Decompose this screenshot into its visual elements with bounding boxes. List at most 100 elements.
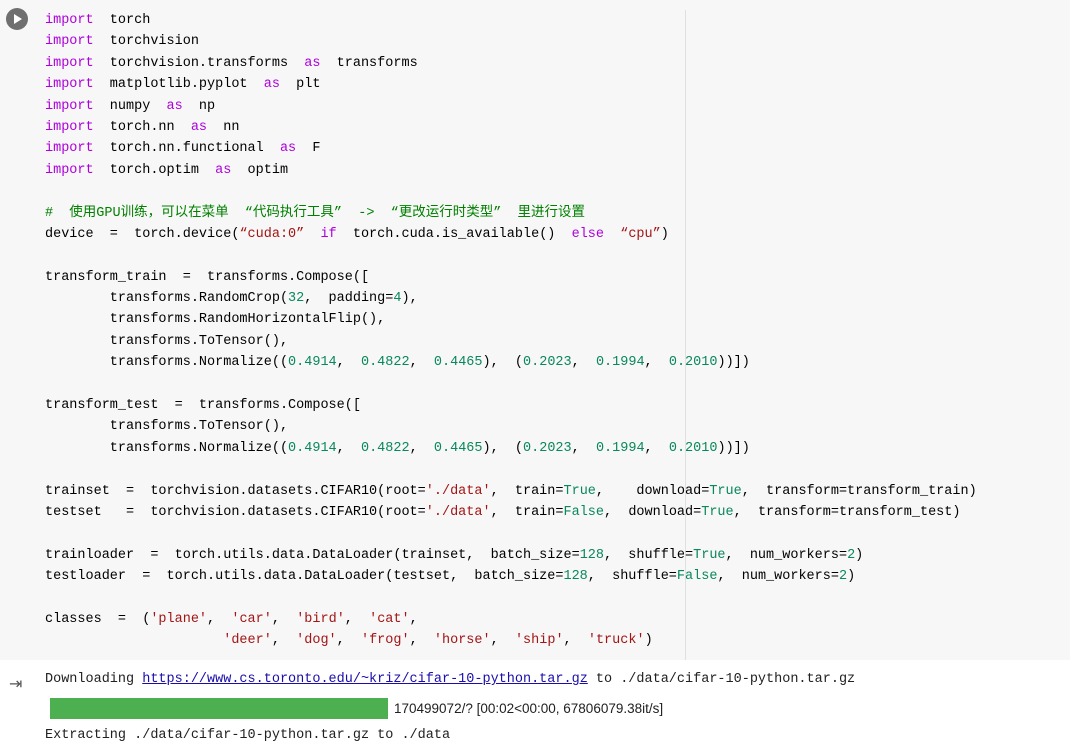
- code-token: transforms.RandomHorizontalFlip(),: [45, 312, 386, 328]
- code-token: 0.2010: [668, 440, 718, 456]
- cell-output: ⇥ Downloading https://www.cs.toronto.edu…: [0, 660, 1070, 749]
- code-line: transforms.ToTensor(),: [45, 416, 1070, 437]
- code-token: ,: [336, 633, 361, 649]
- code-token: 0.4465: [433, 440, 483, 456]
- code-token: './data': [425, 504, 491, 520]
- code-token: , num_workers=: [725, 547, 848, 563]
- code-line: import torch: [45, 10, 1070, 31]
- code-line: transforms.Normalize((0.4914, 0.4822, 0.…: [45, 438, 1070, 459]
- code-token: 2: [838, 569, 848, 585]
- code-line: classes = ('plane', 'car', 'bird', 'cat'…: [45, 609, 1070, 630]
- code-token: 32: [288, 291, 305, 307]
- code-token: 'plane': [150, 611, 208, 627]
- code-line: trainset = torchvision.datasets.CIFAR10(…: [45, 481, 1070, 502]
- code-token: import: [45, 141, 94, 157]
- code-token: ,: [409, 611, 418, 627]
- download-line: Downloading https://www.cs.toronto.edu/~…: [45, 672, 855, 687]
- code-token: ,: [571, 355, 596, 371]
- code-token: , padding=: [304, 291, 394, 307]
- code-token: './data': [425, 483, 491, 499]
- code-token: torch.nn.functional: [93, 141, 280, 157]
- download-progress-bar: [50, 698, 388, 719]
- code-token: True: [701, 504, 734, 520]
- code-token: import: [45, 119, 94, 135]
- code-token: , num_workers=: [717, 569, 839, 585]
- code-token: , download=: [595, 483, 710, 499]
- code-line: transform_test = transforms.Compose([: [45, 395, 1070, 416]
- code-cell[interactable]: import torch import torchvision import tor…: [0, 0, 1070, 660]
- code-token: ,: [271, 611, 297, 627]
- code-token: ,: [271, 633, 297, 649]
- code-token: , shuffle=: [587, 569, 677, 585]
- output-arrow-icon[interactable]: ⇥: [9, 675, 27, 693]
- code-token: as: [263, 77, 280, 93]
- code-token: import: [45, 77, 94, 93]
- code-line: import numpy as np: [45, 96, 1070, 117]
- code-token: 0.4914: [288, 440, 337, 456]
- code-token: import: [45, 55, 94, 71]
- code-token: classes = (: [45, 611, 151, 627]
- code-token: as: [279, 141, 297, 157]
- code-editor[interactable]: import torch import torchvision import tor…: [45, 10, 1070, 652]
- run-cell-button[interactable]: [6, 8, 28, 30]
- code-token: torch.nn: [93, 119, 191, 135]
- code-token: True: [709, 483, 742, 499]
- code-token: else: [571, 226, 605, 242]
- code-token: ): [644, 633, 653, 649]
- code-token: 128: [579, 547, 604, 563]
- code-token: 0.4822: [360, 440, 410, 456]
- code-token: True: [563, 483, 596, 499]
- code-token: 0.4914: [288, 355, 337, 371]
- code-token: ,: [409, 355, 434, 371]
- code-line: import torch.nn.functional as F: [45, 138, 1070, 159]
- code-token: transform_test = transforms.Compose([: [45, 398, 361, 414]
- code-token: 'horse': [433, 633, 491, 649]
- code-line: trainloader = torch.utils.data.DataLoade…: [45, 545, 1070, 566]
- code-token: optim: [231, 162, 289, 178]
- code-token: import: [45, 162, 94, 178]
- code-token: torch: [93, 13, 151, 28]
- code-token: 'deer': [223, 633, 272, 649]
- code-line: # 使用GPU训练，可以在菜单 “代码执行工具” -> “更改运行时类型” 里进…: [45, 203, 1070, 224]
- code-token: 0.1994: [595, 440, 645, 456]
- code-line: import torchvision: [45, 31, 1070, 52]
- code-token: , shuffle=: [604, 547, 694, 563]
- code-token: matplotlib.pyplot: [93, 77, 264, 93]
- code-line: transform_train = transforms.Compose([: [45, 267, 1070, 288]
- code-token: ,: [490, 633, 515, 649]
- code-token: transforms.Normalize((: [45, 355, 289, 371]
- code-token: ): [660, 226, 669, 242]
- code-line: import torch.optim as optim: [45, 160, 1070, 181]
- code-line: device = torch.device(“cuda:0” if torch.…: [45, 224, 1070, 245]
- code-token: ,: [563, 633, 588, 649]
- code-token: as: [304, 55, 321, 71]
- code-token: transforms.Normalize((: [45, 440, 289, 456]
- code-token: if: [320, 226, 337, 242]
- code-token: 0.2023: [523, 355, 572, 371]
- code-token: import: [45, 13, 94, 28]
- code-token: transforms.ToTensor(),: [45, 419, 289, 435]
- code-line: transforms.ToTensor(),: [45, 331, 1070, 352]
- code-token: ), (: [482, 440, 524, 456]
- code-token: numpy: [93, 98, 167, 114]
- code-token: 'car': [231, 611, 272, 627]
- code-token: import: [45, 98, 94, 114]
- code-token: ,: [409, 633, 434, 649]
- download-link[interactable]: https://www.cs.toronto.edu/~kriz/cifar-1…: [142, 672, 588, 687]
- code-token: True: [693, 547, 726, 563]
- code-line: import torch.nn as nn: [45, 117, 1070, 138]
- code-token: ): [847, 569, 856, 585]
- code-token: 0.1994: [595, 355, 645, 371]
- code-token: testset = torchvision.datasets.CIFAR10(r…: [45, 504, 426, 520]
- code-token: ,: [336, 355, 361, 371]
- code-token: , transform=transform_train): [741, 483, 977, 499]
- code-token: 0.2010: [668, 355, 718, 371]
- progress-fill: [50, 698, 388, 719]
- code-token: , train=: [490, 504, 564, 520]
- code-token: ,: [344, 611, 370, 627]
